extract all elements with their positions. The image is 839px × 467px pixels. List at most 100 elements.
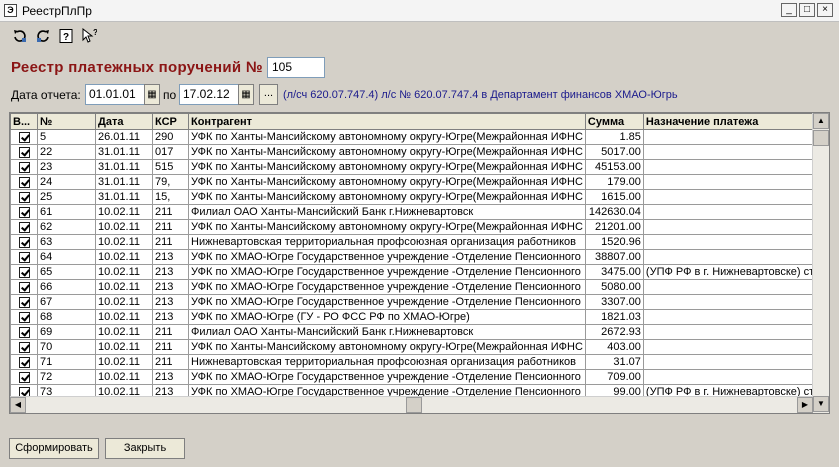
cell-number[interactable]: 65	[37, 264, 96, 280]
cell-purpose[interactable]	[642, 294, 818, 310]
cell-counterparty[interactable]: УФК по ХМАО-Югре Государственное учрежде…	[188, 294, 586, 310]
cell-ksr[interactable]: 213	[152, 249, 189, 265]
cell-number[interactable]: 72	[37, 369, 96, 385]
cell-amount[interactable]: 5017.00	[584, 144, 644, 160]
cell-counterparty[interactable]: УФК по ХМАО-Югре Государственное учрежде…	[188, 279, 586, 295]
row-checkbox-cell[interactable]	[10, 159, 38, 175]
cell-counterparty[interactable]: УФК по Ханты-Мансийскому автономному окр…	[188, 339, 586, 355]
cell-purpose[interactable]	[642, 129, 818, 145]
table-row[interactable]: 24 31.01.11 79, УФК по Ханты-Мансийскому ав…	[10, 174, 818, 190]
table-row[interactable]: 64 10.02.11 213 УФК по ХМАО-Югре Государств…	[10, 249, 818, 265]
cell-counterparty[interactable]: УФК по Ханты-Мансийскому автономному окр…	[188, 144, 586, 160]
cell-amount[interactable]: 3307.00	[584, 294, 644, 310]
scroll-left-icon[interactable]: ◀	[10, 397, 26, 413]
minimize-button[interactable]: _	[781, 3, 797, 17]
pointer-help-icon[interactable]: ?	[80, 27, 98, 46]
account-select-button[interactable]: ...	[259, 84, 278, 105]
table-row[interactable]: 69 10.02.11 211 Филиал ОАО Ханты-Мансийский…	[10, 324, 818, 340]
cell-counterparty[interactable]: УФК по Ханты-Мансийскому автономному окр…	[188, 129, 586, 145]
refresh-right-icon[interactable]	[34, 28, 52, 46]
row-checkbox[interactable]	[18, 266, 30, 278]
table-row[interactable]: 22 31.01.11 017 УФК по Ханты-Мансийскому ав…	[10, 144, 818, 160]
cell-purpose[interactable]	[642, 279, 818, 295]
date-from-input[interactable]: 01.01.01	[85, 84, 145, 105]
row-checkbox-cell[interactable]	[10, 264, 38, 280]
cell-ksr[interactable]: 211	[152, 339, 189, 355]
cell-date[interactable]: 10.02.11	[95, 234, 153, 250]
row-checkbox[interactable]	[18, 251, 30, 263]
scroll-down-icon[interactable]: ▼	[813, 396, 829, 412]
row-checkbox[interactable]	[18, 311, 30, 323]
row-checkbox[interactable]	[18, 206, 30, 218]
cell-number[interactable]: 71	[37, 354, 96, 370]
cell-number[interactable]: 61	[37, 204, 96, 220]
table-row[interactable]: 23 31.01.11 515 УФК по Ханты-Мансийскому ав…	[10, 159, 818, 175]
cell-number[interactable]: 25	[37, 189, 96, 205]
cell-ksr[interactable]: 213	[152, 279, 189, 295]
cell-number[interactable]: 68	[37, 309, 96, 325]
cell-date[interactable]: 10.02.11	[95, 369, 153, 385]
cell-counterparty[interactable]: УФК по ХМАО-Югре Государственное учрежде…	[188, 264, 586, 280]
cell-ksr[interactable]: 211	[152, 219, 189, 235]
row-checkbox[interactable]	[18, 326, 30, 338]
col-header-ksr[interactable]: КСР	[152, 113, 189, 130]
cell-amount[interactable]: 45153.00	[584, 159, 644, 175]
table-row[interactable]: 63 10.02.11 211 Нижневартовская территориал…	[10, 234, 818, 250]
cell-number[interactable]: 5	[37, 129, 96, 145]
cell-amount[interactable]: 3475.00	[584, 264, 644, 280]
cell-purpose[interactable]	[642, 204, 818, 220]
cell-amount[interactable]: 38807.00	[584, 249, 644, 265]
cell-amount[interactable]: 5080.00	[584, 279, 644, 295]
table-row[interactable]: 25 31.01.11 15, УФК по Ханты-Мансийскому ав…	[10, 189, 818, 205]
cell-amount[interactable]: 1615.00	[584, 189, 644, 205]
cell-purpose[interactable]	[642, 159, 818, 175]
row-checkbox-cell[interactable]	[10, 189, 38, 205]
col-header-counterparty[interactable]: Контрагент	[188, 113, 586, 130]
cell-counterparty[interactable]: Филиал ОАО Ханты-Мансийский Банк г.Нижне…	[188, 324, 586, 340]
horizontal-scroll-thumb[interactable]	[406, 397, 422, 413]
cell-date[interactable]: 10.02.11	[95, 249, 153, 265]
cell-ksr[interactable]: 211	[152, 324, 189, 340]
row-checkbox[interactable]	[18, 146, 30, 158]
table-row[interactable]: 5 26.01.11 290 УФК по Ханты-Мансийскому авт…	[10, 129, 818, 145]
row-checkbox[interactable]	[18, 296, 30, 308]
row-checkbox-cell[interactable]	[10, 129, 38, 145]
payment-orders-grid[interactable]: В... № Дата КСР Контрагент Сумма Назначе…	[9, 112, 830, 414]
date-from-calendar-icon[interactable]: ▦	[144, 84, 160, 105]
row-checkbox-cell[interactable]	[10, 369, 38, 385]
cell-counterparty[interactable]: УФК по ХМАО-Югре Государственное учрежде…	[188, 249, 586, 265]
cell-date[interactable]: 26.01.11	[95, 129, 153, 145]
cell-date[interactable]: 10.02.11	[95, 279, 153, 295]
maximize-button[interactable]: □	[799, 3, 815, 17]
table-row[interactable]: 62 10.02.11 211 УФК по Ханты-Мансийскому ав…	[10, 219, 818, 235]
row-checkbox[interactable]	[18, 131, 30, 143]
vertical-scrollbar[interactable]: ▲ ▼	[812, 113, 829, 413]
cell-purpose[interactable]	[642, 249, 818, 265]
table-row[interactable]: 68 10.02.11 213 УФК по ХМАО-Югре (ГУ - РО Ф…	[10, 309, 818, 325]
close-form-button[interactable]: Закрыть	[105, 438, 185, 459]
refresh-left-icon[interactable]	[11, 28, 29, 46]
row-checkbox-cell[interactable]	[10, 234, 38, 250]
row-checkbox[interactable]	[18, 236, 30, 248]
cell-ksr[interactable]: 211	[152, 234, 189, 250]
cell-amount[interactable]: 709.00	[584, 369, 644, 385]
cell-ksr[interactable]: 211	[152, 354, 189, 370]
row-checkbox[interactable]	[18, 341, 30, 353]
cell-counterparty[interactable]: Филиал ОАО Ханты-Мансийский Банк г.Нижне…	[188, 204, 586, 220]
cell-counterparty[interactable]: УФК по Ханты-Мансийскому автономному окр…	[188, 159, 586, 175]
cell-purpose[interactable]	[642, 354, 818, 370]
horizontal-scrollbar[interactable]: ◀ ▶	[10, 396, 813, 413]
row-checkbox-cell[interactable]	[10, 354, 38, 370]
cell-counterparty[interactable]: Нижневартовская территориальная профсоюз…	[188, 234, 586, 250]
row-checkbox-cell[interactable]	[10, 144, 38, 160]
cell-ksr[interactable]: 290	[152, 129, 189, 145]
cell-purpose[interactable]	[642, 174, 818, 190]
cell-amount[interactable]: 21201.00	[584, 219, 644, 235]
cell-date[interactable]: 10.02.11	[95, 219, 153, 235]
cell-date[interactable]: 10.02.11	[95, 264, 153, 280]
row-checkbox[interactable]	[18, 281, 30, 293]
cell-purpose[interactable]	[642, 339, 818, 355]
cell-amount[interactable]: 31.07	[584, 354, 644, 370]
row-checkbox-cell[interactable]	[10, 219, 38, 235]
table-row[interactable]: 70 10.02.11 211 УФК по Ханты-Мансийскому ав…	[10, 339, 818, 355]
